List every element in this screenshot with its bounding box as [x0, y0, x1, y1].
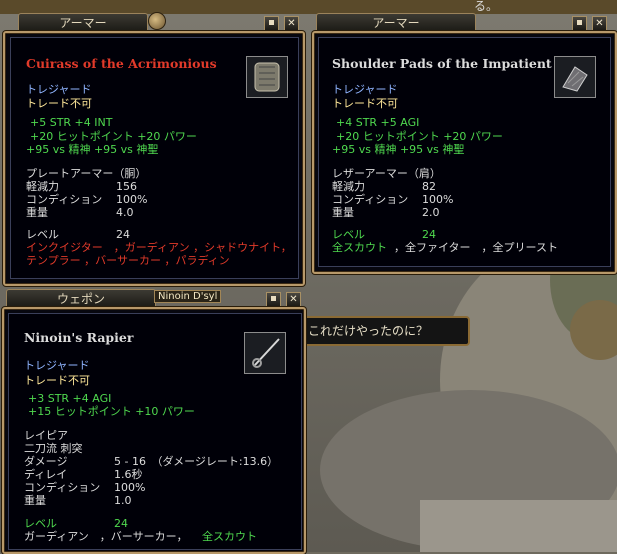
- attr-value: 1.6秒: [114, 468, 143, 481]
- minimize-icon: [269, 19, 274, 25]
- level-label: レベル: [24, 517, 57, 530]
- attr-value: 156: [116, 180, 137, 193]
- window-tab-title[interactable]: アーマー: [316, 13, 476, 32]
- stat-line: +4 STR +5 AGI: [336, 116, 420, 129]
- class-list: ガーディアン ，バーサーカー，: [24, 530, 188, 543]
- chat-bubble: これだけやったのに？: [296, 316, 470, 346]
- close-icon: ✕: [289, 294, 298, 305]
- stat-line: +3 STR +4 AGI: [28, 392, 112, 405]
- armor-type: レザーアーマー（肩）: [332, 167, 441, 180]
- close-button[interactable]: ✕: [286, 292, 301, 307]
- class-list: テンプラー ，バーサーカー ，パラディン: [26, 254, 230, 267]
- window-ornament: [148, 12, 166, 30]
- stat-line: +15 ヒットポイント +10 パワー: [28, 405, 195, 418]
- class-list: インクイジター ，ガーディアン ，シャドウナイト，: [26, 241, 292, 254]
- treasured-label: トレジャード: [26, 83, 92, 96]
- level-label: レベル: [26, 228, 59, 241]
- attr-label: 軽減力: [332, 180, 365, 193]
- stat-line: +20 ヒットポイント +20 パワー: [336, 130, 503, 143]
- attr-label: 軽減力: [26, 180, 59, 193]
- weapon-type: レイピア: [24, 429, 68, 442]
- close-icon: ✕: [595, 18, 604, 29]
- attr-label: コンディション: [332, 193, 409, 206]
- treasured-label: トレジャード: [332, 83, 398, 96]
- item-window-cuirass[interactable]: アーマー ✕ Cuirass of the Acrimonious トレジャード…: [0, 10, 306, 286]
- minimize-icon: [271, 295, 276, 301]
- no-trade-label: トレード不可: [332, 97, 398, 110]
- class-list: ，全ファイター ，全プリースト: [394, 241, 559, 254]
- cuirass-icon: [246, 56, 288, 98]
- attr-label: コンディション: [24, 481, 101, 494]
- no-trade-label: トレード不可: [24, 374, 90, 387]
- stat-line: +95 vs 精神 +95 vs 神聖: [332, 143, 465, 156]
- shoulder-pads-icon: [554, 56, 596, 98]
- attr-value: 82: [422, 180, 436, 193]
- attr-value: 4.0: [116, 206, 134, 219]
- attr-value: 100%: [422, 193, 454, 206]
- window-tab-title[interactable]: ウェポン: [6, 289, 156, 308]
- attr-value: 2.0: [422, 206, 440, 219]
- attr-value: 5 - 16 （ダメージレート:13.6）: [114, 455, 279, 468]
- attr-value: 1.0: [114, 494, 132, 507]
- level-value: 24: [422, 228, 436, 241]
- attr-label: ディレイ: [24, 468, 68, 481]
- item-window-shoulder-pads[interactable]: アーマー ✕ Shoulder Pads of the Impatient トレ…: [310, 10, 617, 274]
- rapier-icon: [244, 332, 286, 374]
- attr-label: 重量: [24, 494, 46, 507]
- level-label: レベル: [332, 228, 365, 241]
- item-window-rapier[interactable]: ウェポン Ninoin D'syl ✕ Ninoin's Rapier トレジャ…: [0, 286, 310, 554]
- item-name: Shoulder Pads of the Impatient: [332, 56, 552, 71]
- weapon-style: 二刀流 刺突: [24, 442, 83, 455]
- attr-label: 重量: [332, 206, 354, 219]
- stat-line: +5 STR +4 INT: [30, 116, 113, 129]
- item-name: Cuirass of the Acrimonious: [26, 56, 217, 71]
- no-trade-label: トレード不可: [26, 97, 92, 110]
- attr-label: コンディション: [26, 193, 103, 206]
- close-button[interactable]: ✕: [284, 16, 299, 31]
- close-button[interactable]: ✕: [592, 16, 607, 31]
- minimize-icon: [577, 19, 582, 25]
- attr-label: 重量: [26, 206, 48, 219]
- item-name: Ninoin's Rapier: [24, 330, 134, 345]
- armor-type: プレートアーマー（胴）: [26, 167, 147, 180]
- level-value: 24: [114, 517, 128, 530]
- stat-line: +20 ヒットポイント +20 パワー: [30, 130, 197, 143]
- owner-nameplate: Ninoin D'syl: [154, 290, 222, 303]
- class-list-usable: 全スカウト: [332, 241, 387, 254]
- stat-line: +95 vs 精神 +95 vs 神聖: [26, 143, 159, 156]
- close-icon: ✕: [287, 18, 296, 29]
- minimize-button[interactable]: [266, 292, 281, 307]
- class-list-usable: 全スカウト: [202, 530, 257, 543]
- attr-value: 100%: [116, 193, 148, 206]
- level-value: 24: [116, 228, 130, 241]
- attr-value: 100%: [114, 481, 146, 494]
- attr-label: ダメージ: [24, 455, 68, 468]
- minimize-button[interactable]: [572, 16, 587, 31]
- minimize-button[interactable]: [264, 16, 279, 31]
- window-tab-title[interactable]: アーマー: [18, 13, 148, 32]
- treasured-label: トレジャード: [24, 359, 90, 372]
